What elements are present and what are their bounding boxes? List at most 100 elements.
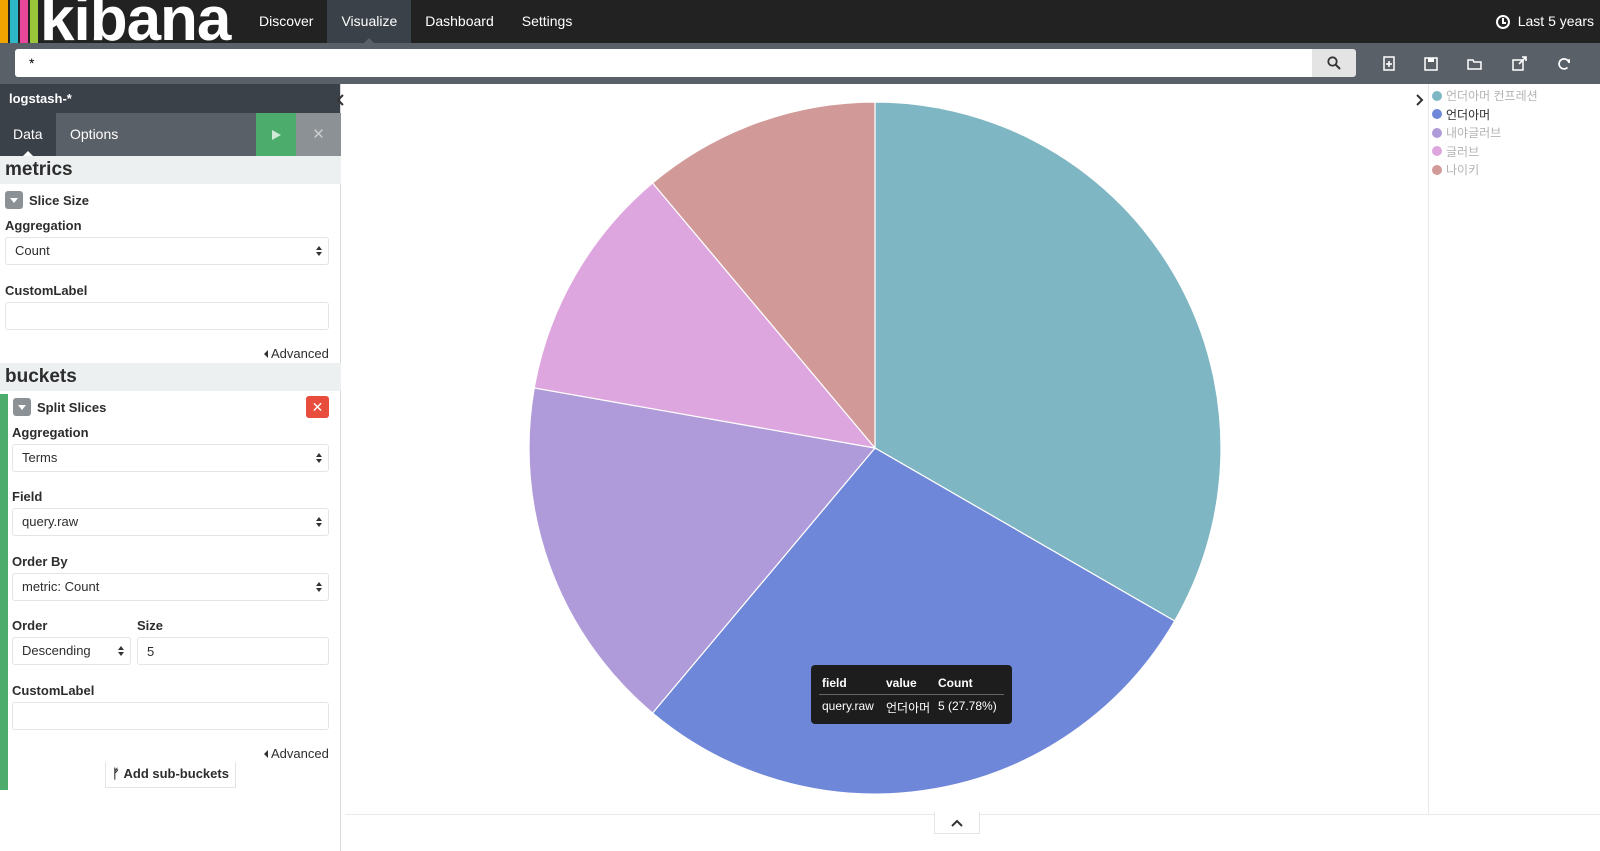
legend-dot-icon bbox=[1432, 146, 1442, 156]
sidebar-tabs: Data Options ✕ bbox=[0, 113, 341, 156]
refresh-icon[interactable] bbox=[1555, 55, 1573, 73]
legend-item[interactable]: 나이키 bbox=[1432, 161, 1479, 178]
legend-panel bbox=[1428, 84, 1600, 814]
legend-toggle-icon[interactable] bbox=[1412, 92, 1426, 108]
metric-custom-label-input[interactable] bbox=[5, 302, 329, 330]
caret-left-icon bbox=[264, 749, 268, 758]
nav-dashboard[interactable]: Dashboard bbox=[411, 0, 508, 43]
tooltip-field: query.raw bbox=[822, 699, 874, 713]
logo-stripe bbox=[0, 0, 8, 43]
tab-options[interactable]: Options bbox=[57, 113, 131, 156]
add-sub-buckets-label: Add sub-buckets bbox=[123, 766, 229, 781]
size-input[interactable] bbox=[137, 637, 329, 665]
logo-stripe bbox=[30, 0, 38, 43]
visualization-area bbox=[345, 84, 1428, 851]
branch-icon: ᚠ bbox=[112, 766, 120, 781]
index-pattern-title: logstash-* bbox=[0, 84, 340, 113]
collapse-toggle-icon[interactable] bbox=[13, 398, 31, 416]
bucket-aggregation-value: Terms bbox=[22, 450, 58, 465]
remove-bucket-button[interactable]: ✕ bbox=[306, 396, 329, 418]
metric-agg-title: Slice Size bbox=[29, 192, 89, 208]
spy-toggle-button[interactable] bbox=[934, 812, 980, 834]
bucket-advanced-toggle[interactable]: Advanced bbox=[264, 746, 329, 761]
apply-changes-button[interactable] bbox=[256, 113, 296, 156]
metric-aggregation-select[interactable]: Count bbox=[5, 237, 329, 265]
tab-data[interactable]: Data bbox=[0, 113, 56, 156]
legend-item[interactable]: 언더아머 컨프레션 bbox=[1432, 87, 1538, 104]
logo-text: kibana bbox=[40, 0, 231, 43]
time-range-label: Last 5 years bbox=[1517, 13, 1594, 29]
select-arrows-icon bbox=[316, 517, 323, 528]
open-folder-icon[interactable] bbox=[1466, 55, 1484, 73]
legend-label: 내야글러브 bbox=[1446, 126, 1502, 140]
bucket-agg-title: Split Slices bbox=[37, 399, 107, 415]
legend-item[interactable]: 글러브 bbox=[1432, 143, 1479, 160]
play-icon bbox=[272, 129, 281, 140]
search-bar bbox=[0, 43, 1600, 84]
metric-aggregation-label: Aggregation bbox=[5, 218, 82, 233]
bucket-custom-label-input[interactable] bbox=[12, 702, 329, 730]
order-by-select[interactable]: metric: Count bbox=[12, 573, 329, 601]
top-navbar: kibana Discover Visualize Dashboard Sett… bbox=[0, 0, 1600, 43]
size-label: Size bbox=[137, 618, 164, 633]
select-arrows-icon bbox=[316, 246, 323, 257]
metric-advanced-toggle[interactable]: Advanced bbox=[264, 346, 329, 361]
legend-dot-icon bbox=[1432, 109, 1442, 119]
logo-stripe bbox=[20, 0, 28, 43]
legend-label: 글러브 bbox=[1446, 144, 1480, 159]
advanced-label: Advanced bbox=[271, 346, 329, 361]
tooltip-header-field: field bbox=[822, 676, 847, 690]
bucket-aggregation-label: Aggregation bbox=[12, 425, 89, 440]
legend-dot-icon bbox=[1432, 164, 1442, 175]
select-arrows-icon bbox=[316, 582, 323, 593]
pie-tooltip: field value Count query.raw 언더아머 5 (27.7… bbox=[811, 665, 1012, 724]
metric-custom-label-label: CustomLabel bbox=[5, 283, 88, 298]
clock-icon bbox=[1495, 14, 1510, 29]
field-value: query.raw bbox=[22, 514, 79, 529]
order-select[interactable]: Descending bbox=[12, 637, 131, 665]
tooltip-value: 언더아머 bbox=[886, 701, 931, 715]
legend-dot-icon bbox=[1432, 90, 1442, 101]
legend-item[interactable]: 언더아머 bbox=[1432, 106, 1490, 123]
order-by-value: metric: Count bbox=[22, 579, 100, 594]
bucket-custom-label-label: CustomLabel bbox=[12, 683, 95, 698]
nav-discover[interactable]: Discover bbox=[245, 0, 327, 43]
tooltip-header-value: value bbox=[886, 676, 917, 690]
order-by-label: Order By bbox=[12, 554, 68, 569]
tooltip-header-count: Count bbox=[938, 676, 973, 690]
discard-changes-button[interactable]: ✕ bbox=[296, 113, 341, 156]
share-icon[interactable] bbox=[1511, 55, 1529, 73]
metric-aggregation-value: Count bbox=[15, 243, 50, 258]
vis-editor-sidebar: logstash-* Data Options ✕ metrics Slice … bbox=[0, 84, 341, 851]
nav-settings[interactable]: Settings bbox=[508, 0, 587, 43]
search-icon bbox=[1327, 56, 1341, 70]
select-arrows-icon bbox=[316, 453, 323, 464]
save-icon[interactable] bbox=[1422, 55, 1440, 73]
caret-left-icon bbox=[264, 349, 268, 358]
tooltip-count: 5 (27.78%) bbox=[938, 699, 997, 713]
legend-label: 언더아머 bbox=[1446, 107, 1491, 122]
time-picker[interactable]: Last 5 years bbox=[1495, 0, 1594, 43]
field-select[interactable]: query.raw bbox=[12, 508, 329, 536]
search-button[interactable] bbox=[1312, 49, 1356, 77]
legend-label: 언더아머 컨프레션 bbox=[1446, 89, 1538, 103]
metrics-heading: metrics bbox=[0, 156, 341, 184]
legend-dot-icon bbox=[1432, 127, 1442, 138]
nav-visualize[interactable]: Visualize bbox=[327, 0, 412, 43]
tooltip-divider bbox=[819, 694, 1004, 695]
new-visualization-icon[interactable] bbox=[1381, 55, 1399, 73]
bucket-aggregation-select[interactable]: Terms bbox=[12, 444, 329, 472]
kibana-logo[interactable]: kibana bbox=[0, 0, 245, 43]
chevron-up-icon bbox=[951, 819, 963, 827]
bucket-accent-bar bbox=[0, 394, 8, 790]
buckets-heading: buckets bbox=[0, 363, 341, 391]
legend-label: 나이키 bbox=[1446, 163, 1480, 177]
add-sub-buckets-button[interactable]: ᚠ Add sub-buckets bbox=[105, 762, 236, 788]
search-input[interactable] bbox=[15, 49, 1312, 77]
order-value: Descending bbox=[22, 643, 91, 658]
field-label: Field bbox=[12, 489, 43, 504]
collapse-toggle-icon[interactable] bbox=[5, 191, 23, 209]
legend-item[interactable]: 내야글러브 bbox=[1432, 124, 1501, 141]
logo-stripe bbox=[10, 0, 18, 43]
select-arrows-icon bbox=[118, 646, 125, 657]
